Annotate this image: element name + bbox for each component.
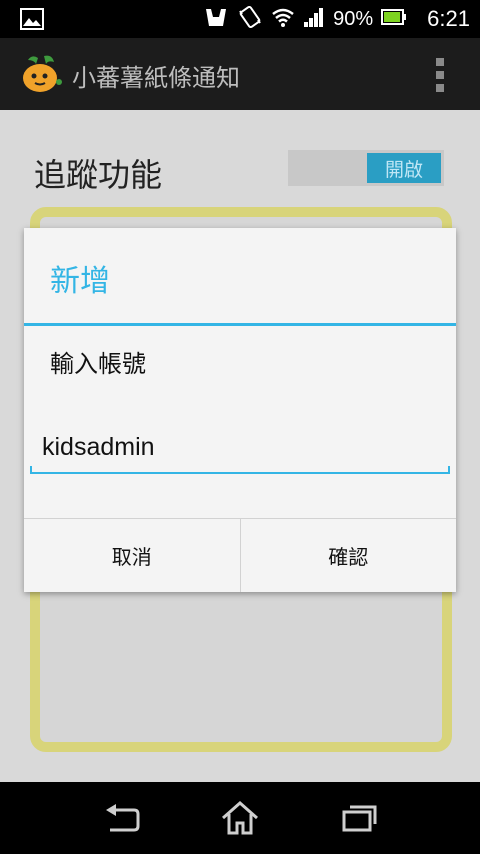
confirm-button[interactable]: 確認: [239, 519, 457, 592]
dialog-message: 輸入帳號: [50, 350, 146, 378]
bag-icon: [203, 6, 229, 32]
home-icon[interactable]: [220, 800, 260, 836]
overflow-menu-icon[interactable]: [436, 58, 444, 92]
clock: 6:21: [427, 6, 470, 31]
tracking-toggle[interactable]: 開啟: [288, 150, 444, 186]
input-underline: [30, 472, 450, 474]
image-notification-icon: [20, 8, 44, 34]
add-account-dialog: 新增 輸入帳號 取消 確認: [24, 228, 456, 592]
signal-icon: [303, 6, 325, 32]
back-icon[interactable]: [102, 800, 142, 836]
dialog-button-bar: 取消 確認: [24, 518, 456, 592]
navigation-bar: [0, 782, 480, 854]
action-bar: 小蕃薯紙條通知: [0, 38, 480, 110]
wifi-icon: [271, 7, 295, 31]
app-logo-icon[interactable]: [18, 52, 64, 96]
dialog-title-divider: [24, 323, 456, 326]
toggle-state-label: 開啟: [367, 153, 441, 183]
account-input[interactable]: [30, 424, 450, 474]
battery-percent: 90%: [333, 7, 374, 30]
tracking-label: 追蹤功能: [34, 156, 163, 194]
status-bar: 90% 6:21: [0, 0, 480, 38]
recent-apps-icon[interactable]: [340, 800, 380, 836]
vibrate-icon: [237, 5, 263, 33]
app-title: 小蕃薯紙條通知: [72, 64, 240, 92]
battery-icon: [381, 8, 407, 30]
dialog-title: 新增: [50, 264, 110, 299]
cancel-button[interactable]: 取消: [24, 519, 240, 592]
input-underline-right: [448, 466, 450, 474]
